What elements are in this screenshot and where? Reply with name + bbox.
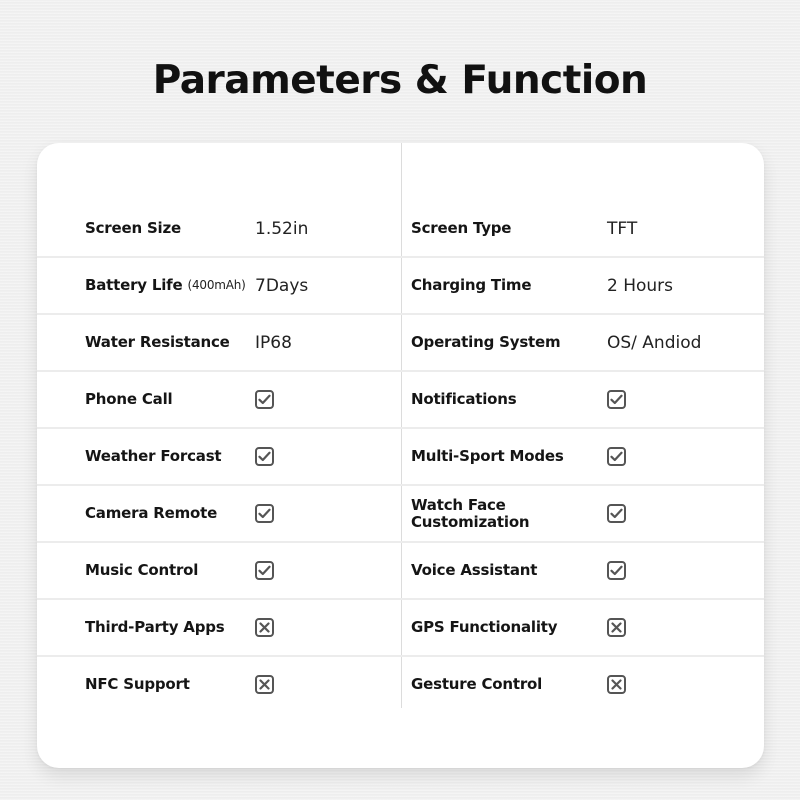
parameter-status bbox=[607, 543, 626, 598]
parameter-status bbox=[607, 486, 626, 541]
parameter-label-text: Screen Type bbox=[411, 219, 512, 237]
parameter-label-text: Gesture Control bbox=[411, 675, 543, 693]
checkbox-checked-icon bbox=[607, 390, 626, 409]
table-row: NFC Support Gesture Control bbox=[37, 657, 764, 714]
parameter-label: Voice Assistant bbox=[411, 543, 591, 598]
parameter-label: Gesture Control bbox=[411, 657, 591, 712]
parameter-status bbox=[607, 429, 626, 484]
table-row: Battery Life (400mAh) 7Days Charging Time 2 … bbox=[37, 258, 764, 315]
checkbox-cross-icon bbox=[607, 675, 626, 694]
table-row: Screen Size 1.52in Screen Type TFT bbox=[37, 201, 764, 258]
parameter-label-text: Multi-Sport Modes bbox=[411, 447, 564, 465]
right-cell: GPS Functionality bbox=[37, 600, 764, 655]
parameter-label: GPS Functionality bbox=[411, 600, 591, 655]
check-icon bbox=[610, 565, 623, 576]
parameter-label: Watch Face Customization bbox=[411, 486, 591, 541]
parameter-label: Multi-Sport Modes bbox=[411, 429, 591, 484]
checkbox-cross-icon bbox=[607, 618, 626, 637]
table-row: Water Resistance IP68 Operating System OS/ … bbox=[37, 315, 764, 372]
checkbox-checked-icon bbox=[607, 561, 626, 580]
table-row: Weather Forcast Multi-Sport Modes bbox=[37, 429, 764, 486]
cross-icon bbox=[611, 622, 622, 633]
table-row: Phone Call Notifications bbox=[37, 372, 764, 429]
parameter-label-text: Voice Assistant bbox=[411, 561, 538, 579]
parameter-value: 2 Hours bbox=[607, 275, 674, 296]
parameter-label: Screen Type bbox=[411, 201, 591, 256]
right-cell: Watch Face Customization bbox=[37, 486, 764, 541]
parameter-label: Charging Time bbox=[411, 258, 591, 313]
right-cell: Gesture Control bbox=[37, 657, 764, 712]
check-icon bbox=[610, 508, 623, 519]
right-cell: Voice Assistant bbox=[37, 543, 764, 598]
right-cell: Operating System OS/ Andiod bbox=[37, 315, 764, 370]
parameter-value: OS/ Andiod bbox=[607, 332, 702, 353]
parameters-card: Screen Size 1.52in Screen Type TFT Battery L… bbox=[37, 143, 764, 768]
table-row: Music Control Voice Assistant bbox=[37, 543, 764, 600]
parameter-label: Notifications bbox=[411, 372, 591, 427]
table-row: Camera Remote Watch Face Customization bbox=[37, 486, 764, 543]
check-icon bbox=[610, 451, 623, 462]
parameter-label-text: Notifications bbox=[411, 390, 517, 408]
parameter-status bbox=[607, 600, 626, 655]
table-row: Third-Party Apps GPS Functionality bbox=[37, 600, 764, 657]
parameter-label-text: Watch Face Customization bbox=[411, 495, 530, 531]
cross-icon bbox=[611, 679, 622, 690]
checkbox-checked-icon bbox=[607, 504, 626, 523]
parameter-label-text: GPS Functionality bbox=[411, 618, 558, 636]
page-title: Parameters & Function bbox=[152, 58, 648, 103]
right-cell: Multi-Sport Modes bbox=[37, 429, 764, 484]
parameter-status bbox=[607, 372, 626, 427]
parameter-status bbox=[607, 657, 626, 712]
parameter-value: TFT bbox=[607, 218, 638, 239]
parameter-label-text: Operating System bbox=[411, 333, 561, 351]
check-icon bbox=[610, 394, 623, 405]
parameters-table: Screen Size 1.52in Screen Type TFT Battery L… bbox=[37, 201, 764, 714]
right-cell: Notifications bbox=[37, 372, 764, 427]
right-cell: Charging Time 2 Hours bbox=[37, 258, 764, 313]
parameter-label: Operating System bbox=[411, 315, 591, 370]
right-cell: Screen Type TFT bbox=[37, 201, 764, 256]
checkbox-checked-icon bbox=[607, 447, 626, 466]
parameter-label-text: Charging Time bbox=[411, 276, 532, 294]
